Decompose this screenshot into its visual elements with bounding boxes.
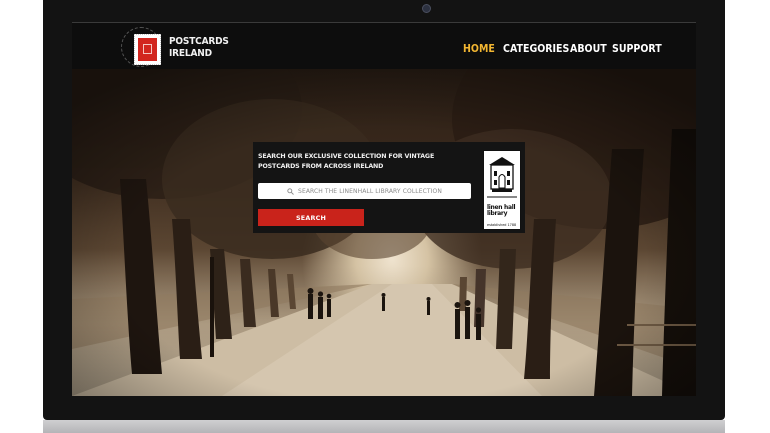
site-header: POSTCARDS IRELAND HOME CATEGORIES ABOUT …	[72, 23, 696, 69]
laptop-base	[43, 420, 725, 433]
search-button[interactable]: SEARCH	[258, 209, 364, 226]
linen-hall-library-logo[interactable]: linen hall library established 1788	[483, 150, 521, 230]
library-building-icon	[487, 157, 517, 198]
browser-screen: POSTCARDS IRELAND HOME CATEGORIES ABOUT …	[72, 22, 696, 396]
partner-name-line-2: library	[487, 210, 508, 218]
partner-established: established 1788	[487, 223, 517, 227]
search-heading: SEARCH OUR EXCLUSIVE COLLECTION FOR VINT…	[258, 153, 435, 170]
hero-banner: SEARCH OUR EXCLUSIVE COLLECTION FOR VINT…	[72, 69, 696, 396]
webcam-icon	[422, 4, 431, 13]
nav-support[interactable]: SUPPORT	[612, 42, 662, 55]
nav-categories[interactable]: CATEGORIES	[503, 42, 569, 55]
partner-name: linen hall library	[487, 204, 520, 218]
main-nav: HOME CATEGORIES ABOUT SUPPORT	[72, 42, 696, 56]
nav-about[interactable]: ABOUT	[570, 42, 607, 55]
search-placeholder: SEARCH THE LINENHALL LIBRARY COLLECTION	[298, 187, 442, 195]
search-icon	[287, 187, 294, 195]
search-input[interactable]: SEARCH THE LINENHALL LIBRARY COLLECTION	[258, 183, 471, 199]
search-panel: SEARCH OUR EXCLUSIVE COLLECTION FOR VINT…	[253, 142, 525, 233]
nav-home[interactable]: HOME	[463, 42, 495, 55]
